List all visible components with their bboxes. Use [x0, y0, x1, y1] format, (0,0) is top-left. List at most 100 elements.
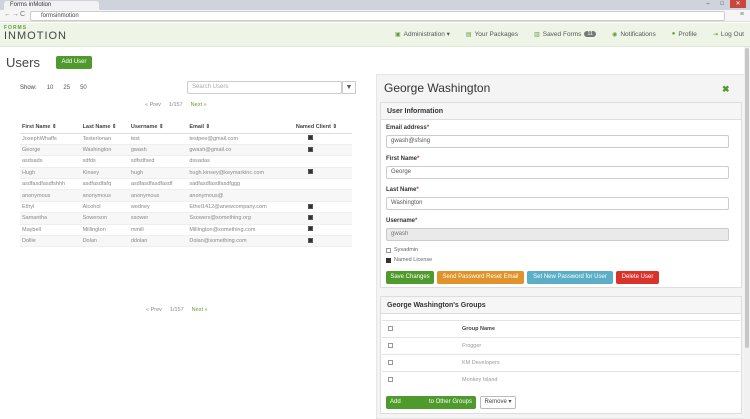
- nav-your-packages[interactable]: ▤ Your Packages: [466, 30, 518, 38]
- select-all-checkbox[interactable]: [388, 325, 393, 331]
- required-mark: *: [426, 125, 430, 131]
- logo-main-text: INMOTION: [4, 30, 67, 42]
- checkbox-box[interactable]: [386, 247, 391, 253]
- named-client-checkbox: [307, 203, 313, 209]
- back-arrow-icon[interactable]: ←: [4, 11, 11, 18]
- scrollbar-thumb[interactable]: [745, 48, 749, 348]
- named-client-checkbox: [307, 135, 313, 141]
- package-icon: ▤: [465, 31, 472, 38]
- app-header: FORMS INMOTION ▣ Administration ▾ ▤ Your P…: [0, 23, 750, 47]
- send-reset-email-button[interactable]: Send Password Reset Email: [437, 271, 524, 284]
- first-name-label-text: First Name: [386, 156, 418, 162]
- group-checkbox[interactable]: [388, 342, 393, 348]
- show-option-10[interactable]: 10: [47, 85, 54, 91]
- remove-dropdown-button[interactable]: Remove ▾: [480, 396, 516, 409]
- group-row[interactable]: Frogger: [382, 337, 740, 355]
- checkbox-box[interactable]: [386, 257, 391, 263]
- cell-first: Ethyl: [20, 201, 81, 214]
- named-client-checkbox: [308, 158, 313, 163]
- col-last-name[interactable]: Last Name ⇕: [80, 121, 129, 134]
- table-row[interactable]: Ethyl Alcohol wedney Ethel1412@anewcompany.…: [20, 201, 352, 214]
- col-email[interactable]: Email ⇕: [187, 121, 294, 134]
- filter-icon[interactable]: ▼: [342, 81, 356, 94]
- nav-label: Profile: [678, 30, 697, 38]
- named-license-checkbox[interactable]: Named License: [386, 257, 432, 263]
- maximize-icon[interactable]: □: [716, 0, 728, 8]
- nav-log-out[interactable]: ⇥ Log Out: [713, 30, 744, 38]
- table-row[interactable]: anonymous anonymous anonymous anonymous@: [20, 189, 352, 202]
- cell-username: ddolan: [128, 235, 188, 248]
- username-field: gwash: [386, 228, 729, 241]
- groups-table: Group Name Frogger KM Developers Monkey Is…: [382, 320, 740, 389]
- add-user-button[interactable]: Add User: [56, 56, 92, 69]
- group-row[interactable]: Monkey Island: [382, 371, 740, 389]
- col-first-name[interactable]: First Name ⇕: [20, 121, 81, 134]
- close-window-icon[interactable]: ✕: [730, 0, 746, 8]
- nav-administration[interactable]: ▣ Administration ▾: [395, 30, 450, 38]
- table-row[interactable]: asdfasdfasdfshhh asdfasdfafq asdfasdfasdfa…: [20, 178, 352, 191]
- table-row[interactable]: asdsads sdfds sdfsdfsed dssadas: [20, 155, 352, 168]
- cell-last: Testerlonan: [80, 133, 129, 145]
- group-name: Monkey Island: [462, 371, 740, 389]
- delete-user-button[interactable]: Delete User: [616, 271, 659, 284]
- cell-username: ssower: [128, 212, 188, 225]
- show-option-25[interactable]: 25: [63, 85, 70, 91]
- browser-menu-icon[interactable]: ≡: [740, 11, 744, 18]
- required-mark: *: [415, 218, 418, 224]
- users-table: First Name ⇕ Last Name ⇕ Username ⇕ Emai…: [20, 121, 352, 248]
- sysadmin-checkbox[interactable]: Sysadmin: [386, 247, 418, 253]
- cell-last: Washington: [80, 144, 129, 157]
- browser-tab[interactable]: Forms inMotion: [4, 1, 99, 10]
- cell-first: anonymous: [20, 189, 81, 202]
- group-checkbox[interactable]: [388, 359, 393, 365]
- email-label-text: Email address: [386, 125, 427, 131]
- cell-email: hugh.kinsey@keymarkinc.com: [187, 167, 294, 180]
- group-select-cell: [382, 371, 462, 389]
- col-named-client[interactable]: Named Client ⇕: [293, 121, 352, 134]
- table-row[interactable]: Maybell Millington mmill Millington@somethi…: [20, 224, 352, 237]
- logo[interactable]: FORMS INMOTION: [4, 25, 67, 42]
- group-row[interactable]: KM Developers: [382, 354, 740, 372]
- col-username[interactable]: Username ⇕: [128, 121, 188, 134]
- last-name-field[interactable]: Washington: [386, 197, 729, 210]
- cell-email: Ethel1412@anewcompany.com: [187, 201, 294, 214]
- minimize-icon[interactable]: –: [702, 0, 714, 8]
- next-link[interactable]: Next »: [192, 307, 208, 313]
- search-users-input[interactable]: Search Users: [187, 81, 342, 94]
- username-label-text: Username: [386, 218, 416, 224]
- close-icon[interactable]: ✖: [722, 84, 730, 95]
- cell-last: Alcohol: [80, 201, 129, 214]
- nav-notifications[interactable]: ◉ Notifications: [612, 30, 656, 38]
- first-name-field[interactable]: George: [386, 166, 729, 179]
- cell-email: dssadas: [187, 155, 294, 168]
- prev-link[interactable]: « Prev: [145, 102, 161, 108]
- table-row[interactable]: Hugh Kinsey hugh hugh.kinsey@keymarkinc.com: [20, 167, 352, 180]
- nav-saved-forms[interactable]: ▥ Saved Forms 11: [534, 30, 597, 38]
- save-changes-button[interactable]: Save Changes: [386, 271, 434, 284]
- cell-email: Dolan@something.com: [187, 235, 294, 248]
- url-input[interactable]: formsinmotion: [30, 11, 725, 21]
- logout-icon: ⇥: [712, 31, 718, 38]
- cell-email: Ssowers@something.org: [187, 212, 294, 225]
- cell-named-client: [293, 201, 352, 214]
- next-link[interactable]: Next »: [191, 102, 207, 108]
- group-checkbox[interactable]: [388, 376, 393, 382]
- show-option-50[interactable]: 50: [80, 85, 87, 91]
- set-new-password-button[interactable]: Set New Password for User: [527, 271, 613, 284]
- group-name: KM Developers: [462, 354, 740, 372]
- reload-icon[interactable]: C: [20, 11, 25, 18]
- cell-last: Millington: [80, 224, 129, 237]
- table-row[interactable]: George Washington gwash gwash@gmail.co: [20, 144, 352, 157]
- cell-last: anonymous: [80, 189, 129, 202]
- nav-profile[interactable]: ● Profile: [672, 30, 697, 38]
- table-row[interactable]: Dollie Dolan ddolan Dolan@something.com: [20, 235, 352, 248]
- prev-link[interactable]: « Prev: [146, 307, 162, 313]
- briefcase-icon: ▣: [394, 31, 401, 38]
- email-label: Email address*: [386, 125, 429, 131]
- table-row[interactable]: JosephWhaffs Testerlonan test testpee@gmail…: [20, 133, 352, 145]
- add-to-groups-button[interactable]: Add to Other Groups: [386, 396, 476, 409]
- email-field[interactable]: gwash@sfsing: [386, 135, 729, 148]
- table-row[interactable]: Samantha Sowerson ssower Ssowers@something.…: [20, 212, 352, 225]
- forward-arrow-icon[interactable]: →: [12, 11, 19, 18]
- cell-first: asdsads: [20, 155, 81, 168]
